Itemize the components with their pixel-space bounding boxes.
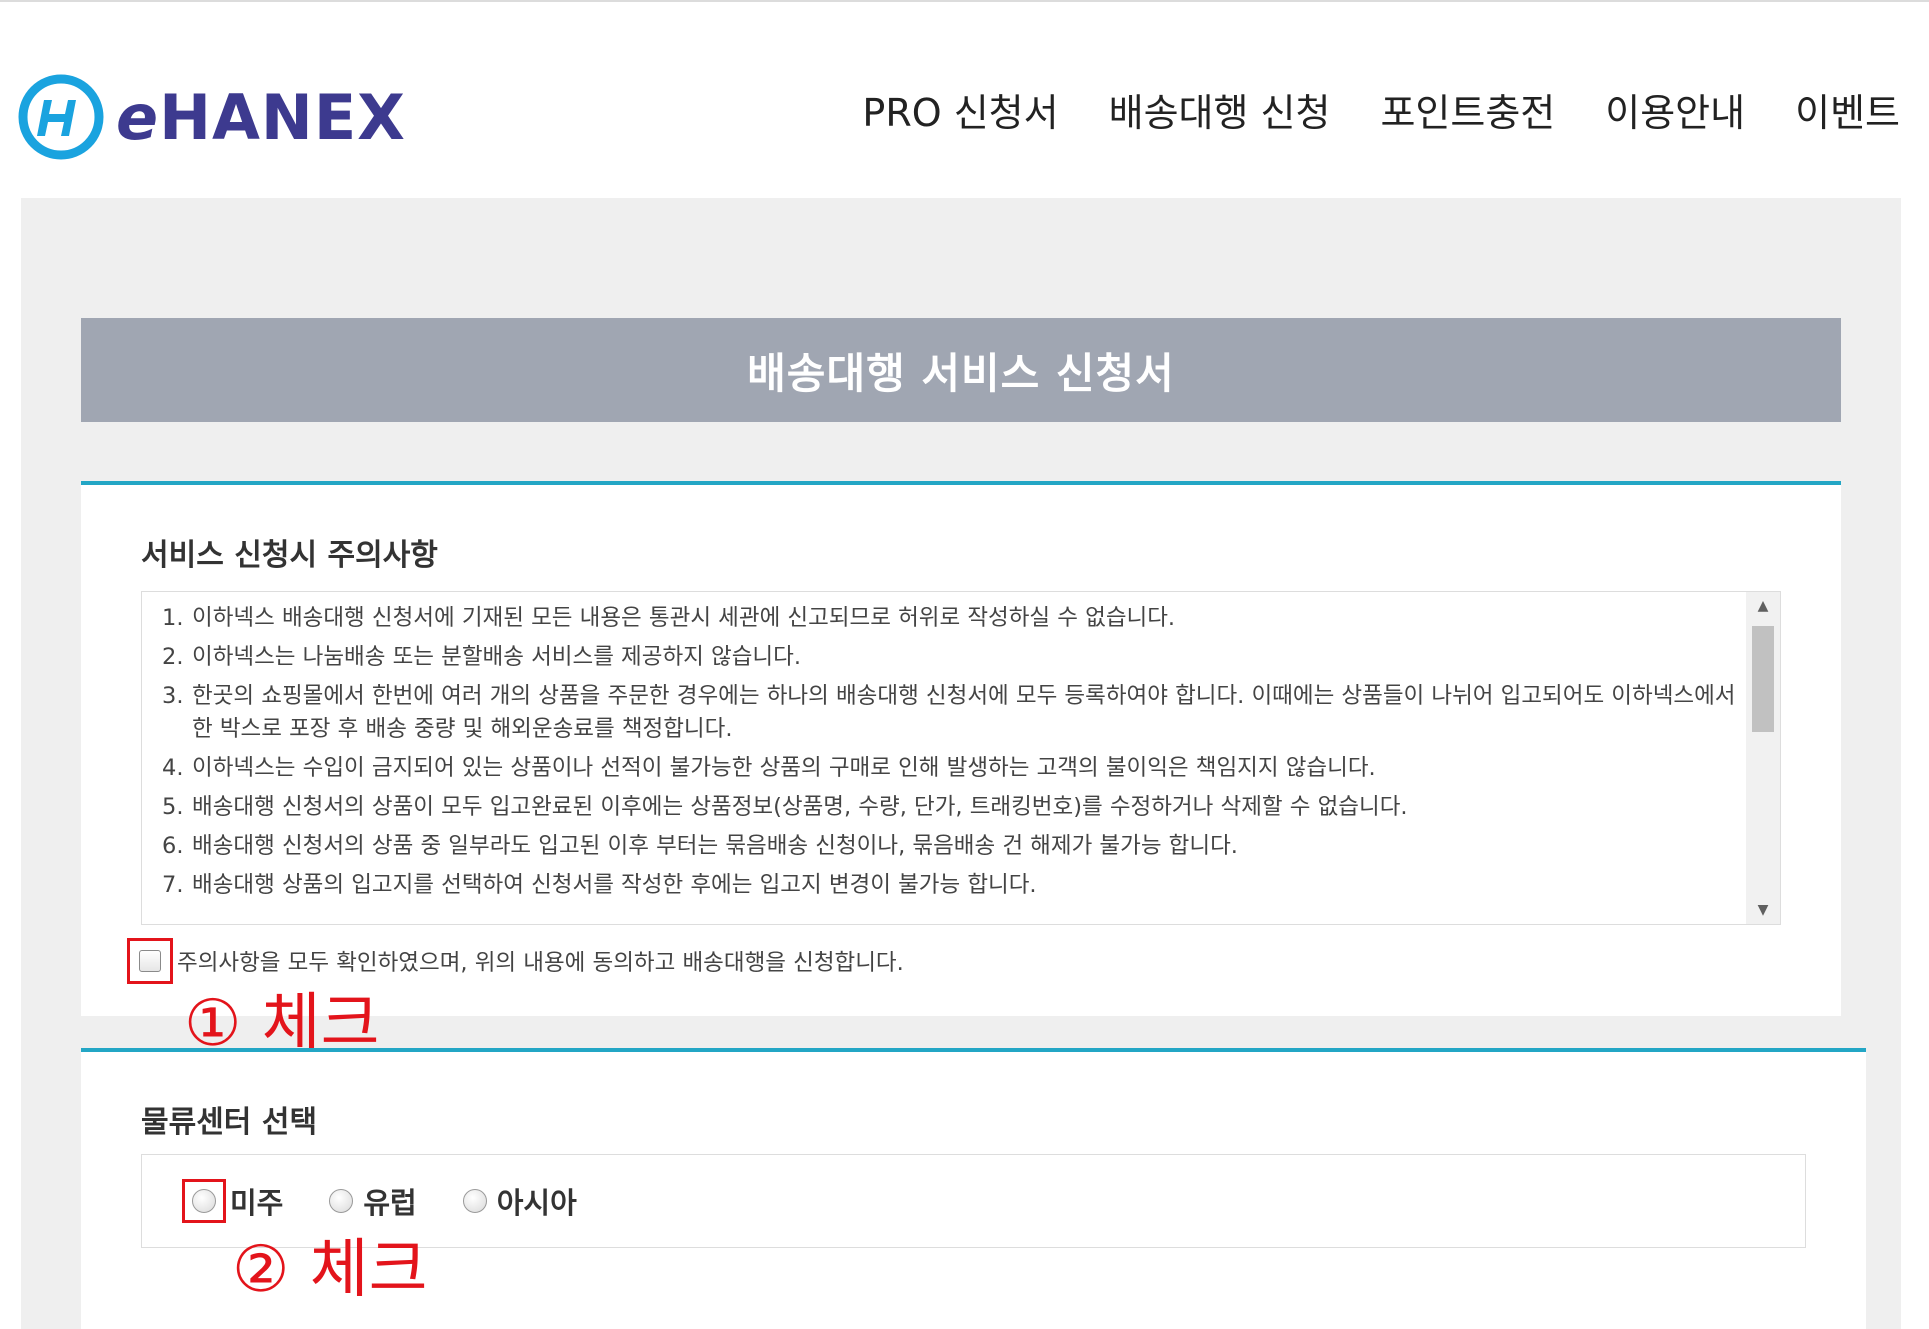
scroll-up-icon[interactable]: ▲ [1746,592,1780,620]
notice-item: 6. 배송대행 신청서의 상품 중 일부라도 입고된 이후 부터는 묶음배송 신청… [162,833,1238,859]
nav-shipping-application[interactable]: 배송대행 신청 [1109,82,1331,137]
center-heading: 물류센터 선택 [141,1105,318,1140]
region-radio-asia[interactable] [462,1189,487,1213]
main-nav: PRO 신청서 배송대행 신청 포인트충전 이용안내 이벤트 [862,82,1900,137]
region-option-europe[interactable]: 유럽 [329,1180,417,1222]
notice-item: 7. 배송대행 상품의 입고지를 선택하여 신청서를 작성한 후에는 입고지 변경… [162,872,1037,898]
notice-section: 서비스 신청시 주의사항 1. 이하넥스 배송대행 신청서에 기재된 모든 내용은… [81,481,1841,1016]
notice-scroll-box[interactable]: 1. 이하넥스 배송대행 신청서에 기재된 모든 내용은 통관시 세관에 신고되므… [141,591,1781,925]
region-radio-europe[interactable] [329,1189,354,1213]
notice-heading: 서비스 신청시 주의사항 [141,538,438,573]
region-label-europe: 유럽 [363,1186,417,1220]
notice-item: 3. 한곳의 쇼핑몰에서 한번에 여러 개의 상품을 주문한 경우에는 하나의 배… [162,683,1736,742]
region-radio-group: 미주 유럽 아시아 [182,1179,623,1223]
logo-h-icon [18,74,104,160]
region-label-asia: 아시아 [496,1186,577,1220]
page-title: 배송대행 서비스 신청서 [747,348,1175,398]
nav-event[interactable]: 이벤트 [1795,82,1900,137]
annotation-step-2: ② 체크 [232,1233,428,1307]
notice-list: 1. 이하넥스 배송대행 신청서에 기재된 모든 내용은 통관시 세관에 신고되므… [162,602,1742,908]
nav-usage-guide[interactable]: 이용안내 [1605,82,1745,137]
notice-scrollbar[interactable]: ▲ ▼ [1746,592,1780,924]
agree-checkbox[interactable] [139,950,161,972]
top-divider [0,0,1929,2]
region-label-usa: 미주 [230,1186,284,1220]
notice-item: 1. 이하넥스 배송대행 신청서에 기재된 모든 내용은 통관시 세관에 신고되므… [162,605,1176,631]
radio-highlight [182,1179,226,1223]
logo-wordmark: eHANEX [116,80,406,154]
notice-item: 4. 이하넥스는 수입이 금지되어 있는 상품이나 선적이 불가능한 상품의 구매… [162,755,1376,781]
notice-item: 5. 배송대행 신청서의 상품이 모두 입고완료된 이후에는 상품정보(상품명, … [162,794,1408,820]
scrollbar-thumb[interactable] [1752,626,1774,732]
page-title-bar: 배송대행 서비스 신청서 [81,318,1841,422]
notice-item: 2. 이하넥스는 나눔배송 또는 분할배송 서비스를 제공하지 않습니다. [162,644,801,670]
region-option-asia[interactable]: 아시아 [462,1180,577,1222]
ehanex-logo[interactable]: eHANEX [18,72,406,162]
page: eHANEX PRO 신청서 배송대행 신청 포인트충전 이용안내 이벤트 배송… [0,0,1929,1329]
scroll-down-icon[interactable]: ▼ [1746,896,1780,924]
region-radio-usa[interactable] [192,1189,216,1213]
nav-pro-application[interactable]: PRO 신청서 [862,82,1058,137]
region-option-usa[interactable]: 미주 [182,1179,283,1223]
checkbox-highlight [127,938,173,984]
nav-point-charge[interactable]: 포인트충전 [1380,82,1555,137]
